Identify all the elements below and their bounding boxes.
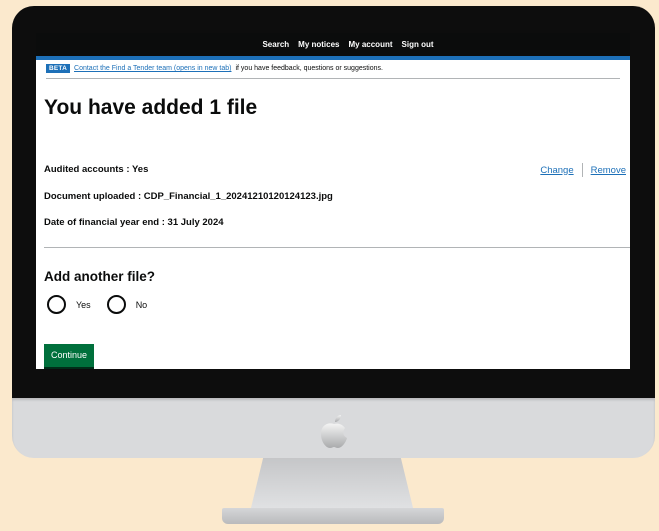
radio-no[interactable] (106, 295, 126, 314)
nav-search[interactable]: Search (262, 40, 289, 49)
monitor-stand (250, 458, 414, 512)
feedback-link[interactable]: Contact the Find a Tender team (opens in… (74, 65, 231, 72)
apple-logo-icon (321, 415, 347, 448)
monitor-stand-base (222, 508, 444, 524)
change-link[interactable]: Change (540, 165, 573, 176)
radio-yes-label[interactable]: Yes (76, 300, 91, 310)
beta-tag: BETA (46, 64, 71, 73)
radio-yes[interactable] (47, 295, 66, 314)
screen: Search My notices My account Sign out BE… (36, 33, 630, 369)
nav-my-account[interactable]: My account (349, 40, 393, 49)
document-uploaded-row: Document uploaded : CDP_Financial_1_2024… (44, 191, 333, 202)
remove-link[interactable]: Remove (591, 165, 626, 176)
header-accent-bar (36, 56, 630, 60)
nav-my-notices[interactable]: My notices (298, 40, 339, 49)
financial-year-end-row: Date of financial year end : 31 July 202… (44, 217, 224, 228)
add-another-file-radios: Yes No (47, 295, 163, 314)
main-content: You have added 1 file (36, 96, 630, 120)
top-navigation: Search My notices My account Sign out (36, 33, 630, 56)
page-title: You have added 1 file (44, 96, 258, 119)
nav-sign-out[interactable]: Sign out (402, 40, 434, 49)
actions-divider (581, 163, 583, 177)
continue-button[interactable]: Continue (44, 344, 95, 367)
beta-banner-text: if you have feedback, questions or sugge… (235, 65, 383, 72)
section-divider (44, 247, 630, 248)
audited-accounts-row: Audited accounts : Yes (44, 164, 149, 175)
row-actions: Change Remove (540, 163, 626, 177)
beta-banner: BETA Contact the Find a Tender team (ope… (46, 64, 620, 79)
radio-no-label[interactable]: No (136, 300, 148, 310)
add-another-file-legend: Add another file? (44, 269, 155, 284)
